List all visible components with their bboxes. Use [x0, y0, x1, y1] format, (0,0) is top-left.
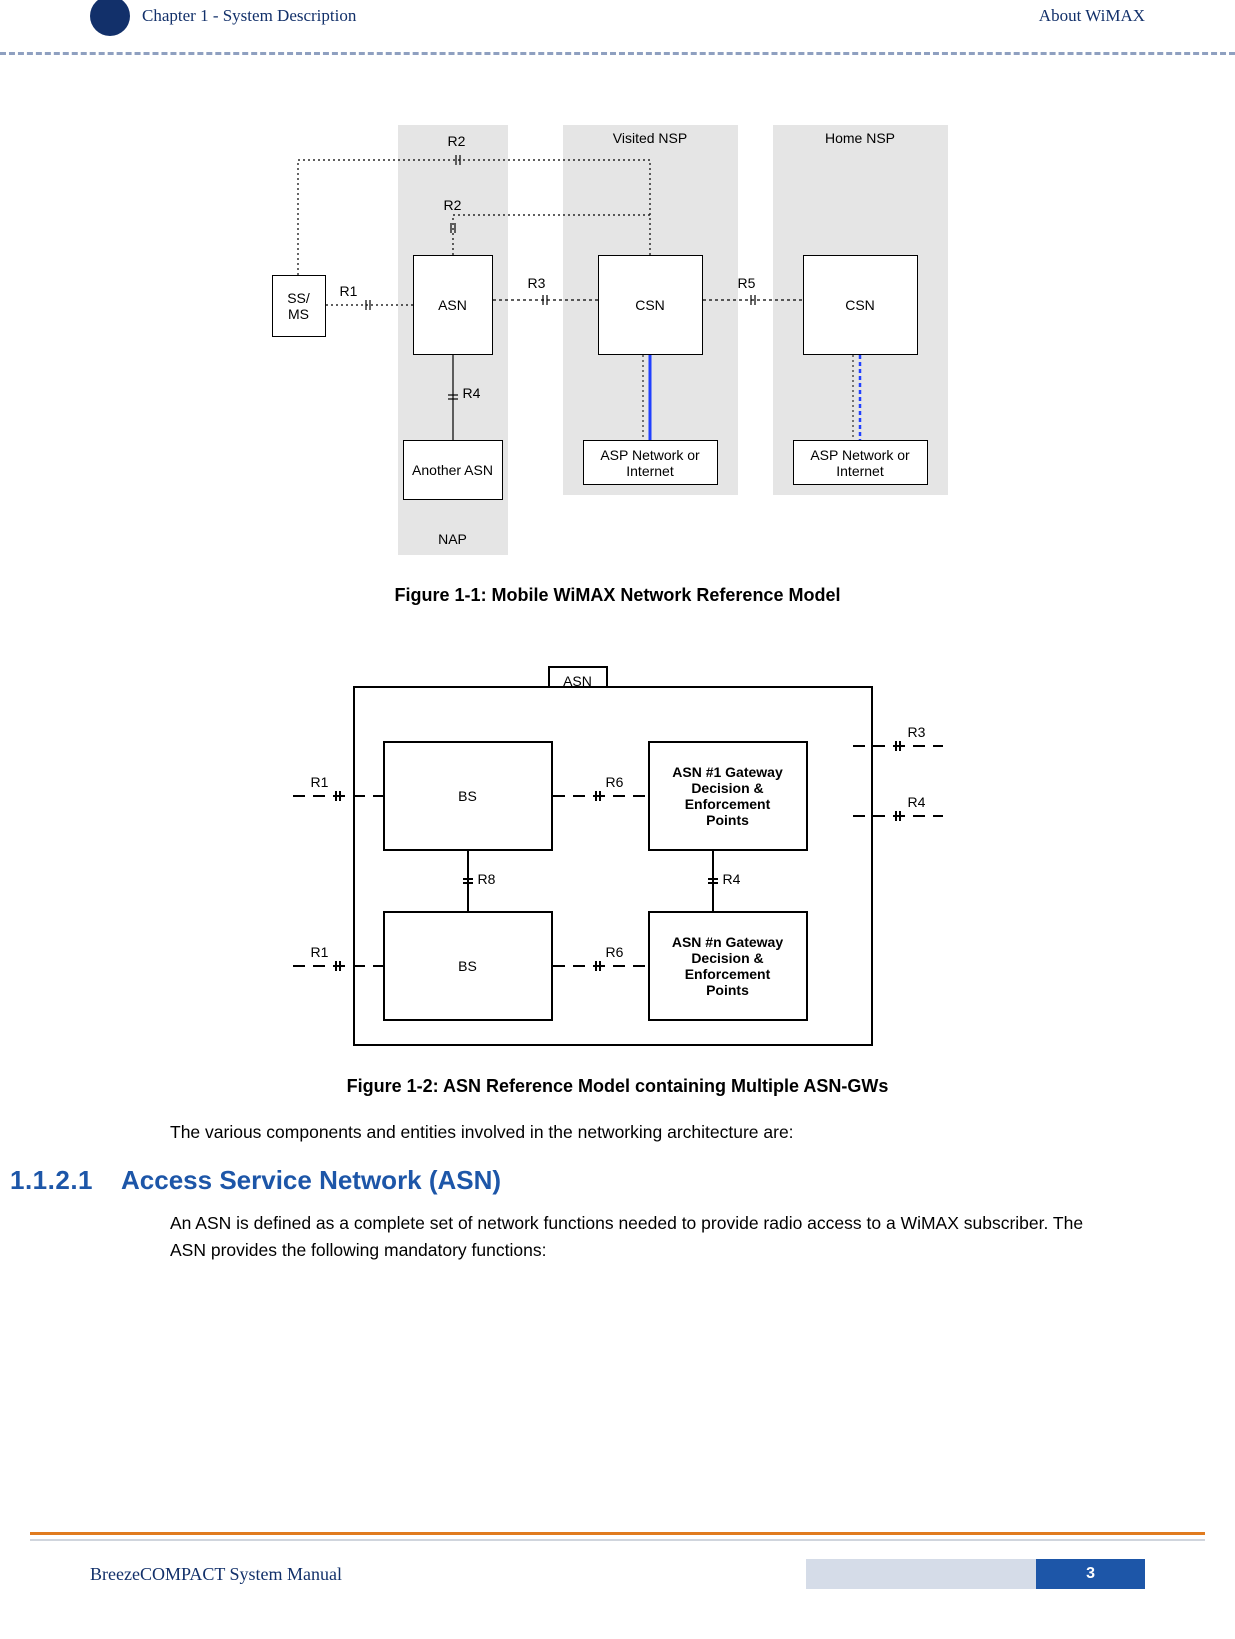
- node-bs-2: BS: [383, 911, 553, 1021]
- section-number: 1.1.2.1: [10, 1165, 93, 1196]
- figure-1-1: NAP Visited NSP Home NSP: [268, 125, 968, 565]
- node-asn: ASN: [413, 255, 493, 355]
- node-another-asn: Another ASN: [403, 440, 503, 500]
- section-body: An ASN is defined as a complete set of n…: [170, 1210, 1105, 1263]
- node-gw-1: ASN #1 Gateway Decision & Enforcement Po…: [648, 741, 808, 851]
- footer-grey-bar: [30, 1539, 1205, 1541]
- chapter-title: Chapter 1 - System Description: [142, 6, 356, 26]
- page-header: Chapter 1 - System Description About WiM…: [90, 0, 1145, 46]
- label-r3: R3: [908, 724, 926, 740]
- label-r4: R4: [463, 385, 481, 401]
- label-r1a: R1: [311, 774, 329, 790]
- node-csn-home: CSN: [803, 255, 918, 355]
- node-gw-n: ASN #n Gateway Decision & Enforcement Po…: [648, 911, 808, 1021]
- node-csn-visited: CSN: [598, 255, 703, 355]
- label-r4-right: R4: [908, 794, 926, 810]
- figure-1-2: ASN: [293, 686, 943, 1046]
- page-number-badge: 3: [1036, 1559, 1145, 1589]
- node-asp-home: ASP Network or Internet: [793, 440, 928, 485]
- section-heading-row: 1.1.2.1 Access Service Network (ASN): [90, 1165, 1145, 1196]
- section-title: Access Service Network (ASN): [121, 1165, 501, 1196]
- header-bullet-icon: [90, 0, 130, 36]
- label-r3: R3: [528, 275, 546, 291]
- node-asp-visited: ASP Network or Internet: [583, 440, 718, 485]
- label-r6a: R6: [606, 774, 624, 790]
- node-ssms: SS/ MS: [272, 275, 326, 337]
- label-r6b: R6: [606, 944, 624, 960]
- figure-1-1-caption: Figure 1-1: Mobile WiMAX Network Referen…: [90, 585, 1145, 606]
- intro-text: The various components and entities invo…: [170, 1119, 1105, 1145]
- node-bs-1: BS: [383, 741, 553, 851]
- figure-1-2-caption: Figure 1-2: ASN Reference Model containi…: [90, 1076, 1145, 1097]
- label-r5: R5: [738, 275, 756, 291]
- label-r2-mid: R2: [444, 197, 462, 213]
- header-section: About WiMAX: [1039, 6, 1145, 26]
- label-r2-top: R2: [448, 133, 466, 149]
- label-r4-mid: R4: [723, 871, 741, 887]
- footer-orange-bar: [30, 1532, 1205, 1535]
- label-r8: R8: [478, 871, 496, 887]
- page-footer: BreezeCOMPACT System Manual 3: [0, 1532, 1235, 1589]
- footer-manual-name: BreezeCOMPACT System Manual: [90, 1564, 342, 1585]
- label-r1: R1: [340, 283, 358, 299]
- label-r1b: R1: [311, 944, 329, 960]
